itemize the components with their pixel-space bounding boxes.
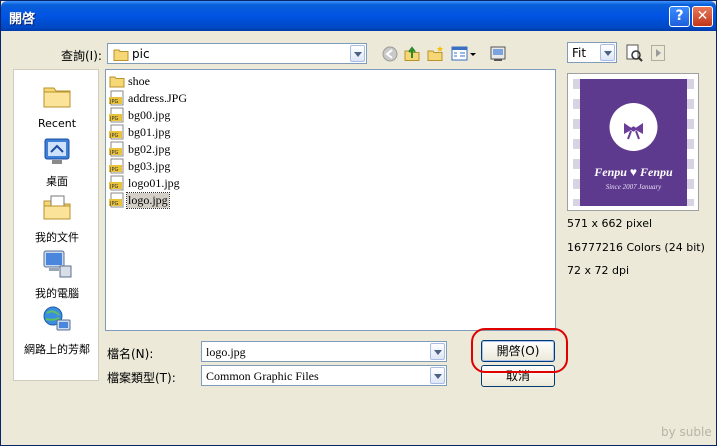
jpg-file-icon: JPG xyxy=(109,90,124,106)
jpg-file-icon: JPG xyxy=(109,107,124,123)
place-recent[interactable]: Recent xyxy=(14,80,100,130)
look-in-label: 查詢(I): xyxy=(61,49,102,63)
chevron-down-icon[interactable] xyxy=(350,45,365,62)
place-desktop[interactable]: 桌面 xyxy=(14,136,100,189)
place-my-computer[interactable]: 我的電腦 xyxy=(14,248,100,301)
svg-text:JPG: JPG xyxy=(109,167,118,173)
close-button[interactable]: ✕ xyxy=(692,6,713,27)
jpg-file-icon: JPG xyxy=(109,141,124,157)
places-bar: Recent 桌面 我的文件 我的電腦 網路上的芳鄰 xyxy=(13,69,99,381)
preview-tagline: Since 2007 January xyxy=(605,183,662,191)
back-icon[interactable] xyxy=(381,45,399,63)
resolution-info: 72 x 72 dpi xyxy=(567,264,630,277)
zoom-dropdown[interactable]: Fit xyxy=(567,42,617,63)
view-menu-icon[interactable] xyxy=(451,45,477,63)
folder-icon xyxy=(113,49,129,61)
chevron-down-icon[interactable] xyxy=(430,367,445,384)
svg-text:JPG: JPG xyxy=(109,201,118,207)
my-computer-icon xyxy=(43,250,72,278)
svg-text:JPG: JPG xyxy=(109,133,118,139)
chevron-down-icon[interactable] xyxy=(430,343,445,360)
zoom-value: Fit xyxy=(572,46,587,60)
help-button[interactable]: ? xyxy=(669,6,690,27)
svg-text:JPG: JPG xyxy=(109,99,118,105)
preview-brand-text: Fenpu ♥ Fenpu xyxy=(594,165,673,179)
recent-folder-icon xyxy=(43,87,71,108)
folder-icon xyxy=(109,76,125,88)
jpg-file-icon: JPG xyxy=(109,124,124,140)
look-in-value: pic xyxy=(132,47,150,61)
jpg-file-icon: JPG xyxy=(109,192,124,208)
preview-image: Fenpu ♥ Fenpu Since 2007 January xyxy=(573,79,694,206)
new-folder-icon[interactable] xyxy=(427,45,445,63)
network-places-icon xyxy=(43,306,71,331)
place-network[interactable]: 網路上的芳鄰 xyxy=(14,304,100,357)
look-in-dropdown[interactable]: pic xyxy=(107,43,367,64)
color-depth-info: 16777216 Colors (24 bit) xyxy=(567,241,705,254)
title-bar[interactable]: 開啓 ? ✕ xyxy=(1,1,716,31)
play-icon[interactable] xyxy=(651,45,665,61)
filetype-label: 檔案類型(T): xyxy=(107,371,176,385)
place-my-documents[interactable]: 我的文件 xyxy=(14,192,100,245)
filename-value: logo.jpg xyxy=(206,345,246,359)
filename-label: 檔名(N): xyxy=(107,347,154,361)
jpg-file-icon: JPG xyxy=(109,175,124,191)
zoom-preview-icon[interactable] xyxy=(625,44,643,62)
desktop-icon xyxy=(44,138,70,164)
file-list[interactable]: shoe JPG address.JPG JPG bg00.jpg JPG bg… xyxy=(105,69,556,331)
open-dialog: 開啓 ? ✕ 查詢(I): pic Recent 桌面 我的文件 我的電腦 網路… xyxy=(0,0,717,446)
up-folder-icon[interactable] xyxy=(403,45,421,63)
svg-text:JPG: JPG xyxy=(109,150,118,156)
image-size-info: 571 x 662 pixel xyxy=(567,217,653,230)
filename-field[interactable]: logo.jpg xyxy=(201,341,447,362)
svg-text:JPG: JPG xyxy=(109,184,118,190)
tools-icon[interactable] xyxy=(489,45,507,63)
svg-text:JPG: JPG xyxy=(109,116,118,122)
filetype-dropdown[interactable]: Common Graphic Files xyxy=(201,365,447,386)
filetype-value: Common Graphic Files xyxy=(206,369,319,383)
jpg-file-icon: JPG xyxy=(109,158,124,174)
red-highlight-annotation xyxy=(471,328,568,373)
watermark: by suble xyxy=(661,425,712,439)
my-documents-icon xyxy=(43,195,71,220)
image-preview: Fenpu ♥ Fenpu Since 2007 January xyxy=(567,73,699,211)
dialog-title: 開啓 xyxy=(9,12,36,27)
chevron-down-icon[interactable] xyxy=(600,44,615,61)
